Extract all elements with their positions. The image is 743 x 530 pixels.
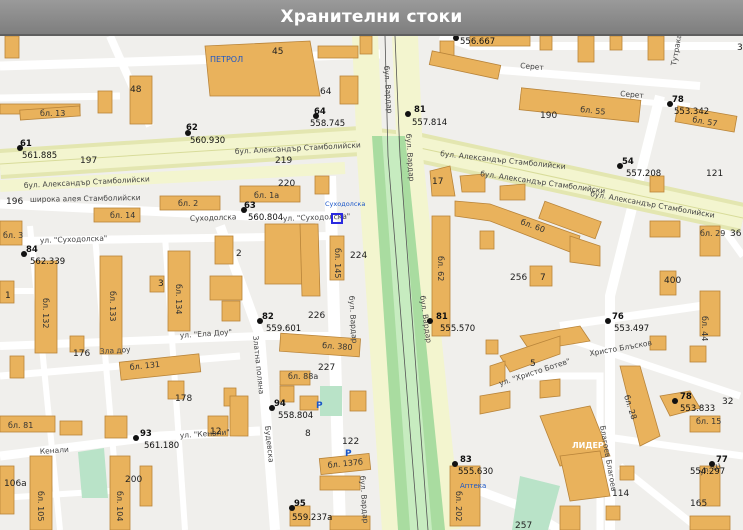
poi-label: Аптека	[460, 482, 486, 490]
svg-text:558.745: 558.745	[310, 119, 345, 129]
building-label: бл. 1а	[254, 191, 279, 200]
block-number: 319	[737, 43, 743, 53]
building-label: бл. 134	[174, 284, 183, 314]
block-number: 2	[236, 249, 242, 259]
svg-text:555.630: 555.630	[458, 467, 493, 477]
svg-text:557.208: 557.208	[626, 169, 661, 179]
building-label: бл. 104	[115, 491, 124, 521]
block-number: 36	[730, 229, 742, 239]
block-number: 190	[540, 111, 557, 121]
block-number: 45	[272, 47, 283, 57]
block-number: 400	[664, 276, 681, 286]
svg-text:559.601: 559.601	[266, 324, 301, 334]
building-label: бл. 15	[696, 417, 721, 426]
building-label: бл. 202	[454, 491, 463, 521]
survey-point: 556.667	[453, 36, 495, 47]
block-number: 220	[278, 179, 295, 189]
building-label: бл. 133	[108, 291, 117, 321]
svg-text:554.297: 554.297	[690, 467, 725, 477]
svg-text:556.667: 556.667	[460, 37, 495, 47]
block-number: 48	[130, 85, 142, 95]
block-number: 64	[320, 87, 332, 97]
parking-icon: P	[316, 401, 323, 411]
svg-text:559.237a: 559.237a	[292, 513, 332, 523]
svg-text:78: 78	[672, 95, 684, 105]
block-number: 197	[80, 156, 97, 166]
map-canvas[interactable]: бул. Александър Стамболийски бул. Алекса…	[0, 36, 743, 530]
block-number: 224	[350, 251, 367, 261]
svg-text:78: 78	[680, 392, 692, 402]
svg-text:64: 64	[314, 107, 326, 117]
window-title: Хранителни стоки	[280, 7, 463, 27]
street-label: Суходолска	[190, 212, 237, 223]
block-number: 257	[515, 521, 532, 530]
svg-text:561.885: 561.885	[22, 151, 57, 161]
block-number: 219	[275, 156, 292, 166]
svg-text:553.497: 553.497	[614, 324, 649, 334]
window-title-bar: Хранителни стоки	[0, 0, 743, 36]
svg-text:61: 61	[20, 139, 32, 149]
svg-text:562.339: 562.339	[30, 257, 65, 267]
block-number: 12	[210, 427, 221, 437]
svg-text:553.342: 553.342	[674, 107, 709, 117]
svg-text:555.570: 555.570	[440, 324, 475, 334]
svg-text:84: 84	[26, 245, 38, 255]
block-number: 196	[6, 197, 23, 207]
svg-text:82: 82	[262, 312, 274, 322]
block-number: 3	[158, 279, 164, 289]
map-viewport[interactable]: бул. Александър Стамболийски бул. Алекса…	[0, 36, 743, 530]
svg-text:93: 93	[140, 429, 152, 439]
block-number: 121	[706, 169, 723, 179]
building-label: бл. 105	[36, 491, 45, 521]
building-label: бл. 14	[110, 211, 135, 220]
block-number: 32	[722, 397, 733, 407]
svg-text:94: 94	[274, 399, 286, 409]
block-number: 256	[510, 273, 527, 283]
svg-text:81: 81	[414, 105, 426, 115]
svg-text:560.930: 560.930	[190, 136, 225, 146]
block-number: 165	[690, 499, 707, 509]
building-label: бл. 13	[40, 109, 65, 118]
block-number: 226	[308, 311, 325, 321]
block-number: 17	[432, 177, 443, 187]
building-label: бл. 2	[178, 199, 198, 208]
svg-text:54: 54	[622, 157, 634, 167]
poi-label: ЛИДЕР	[572, 441, 604, 450]
building-label: бл. 62	[436, 256, 445, 281]
building-label: бл. 3	[3, 231, 23, 240]
block-number: 8	[305, 429, 311, 439]
block-number: 1	[5, 291, 11, 301]
svg-text:63: 63	[244, 201, 256, 211]
svg-text:62: 62	[186, 123, 198, 133]
block-number: 7	[540, 273, 546, 283]
svg-text:557.814: 557.814	[412, 118, 447, 128]
block-number: 122	[342, 437, 359, 447]
poi-label: ПЕТРОЛ	[210, 55, 243, 64]
block-number: 178	[175, 394, 192, 404]
block-number: 227	[318, 363, 335, 373]
block-number: 106а	[4, 479, 27, 489]
building-label: бл. 145	[333, 248, 342, 278]
svg-text:95: 95	[294, 499, 306, 509]
building-label: бл. 29	[700, 229, 725, 238]
block-number: 176	[73, 349, 90, 359]
building-label: бл. 81	[8, 421, 33, 430]
svg-text:83: 83	[460, 455, 472, 465]
building-label: бл. 44	[700, 316, 709, 341]
poi-label: Суходолска	[325, 200, 365, 208]
block-number: 5	[530, 359, 536, 369]
block-number: 200	[125, 475, 142, 485]
building-label: бл. 132	[41, 298, 50, 328]
svg-text:76: 76	[612, 312, 624, 322]
svg-text:558.804: 558.804	[278, 411, 313, 421]
svg-text:561.180: 561.180	[144, 441, 179, 451]
svg-text:81: 81	[436, 312, 448, 322]
block-number: 114	[612, 489, 629, 499]
svg-text:560.804: 560.804	[248, 213, 283, 223]
svg-text:77: 77	[716, 455, 728, 465]
svg-text:553.833: 553.833	[680, 404, 715, 414]
building-label: бл. 88а	[288, 372, 318, 381]
parking-icon: P	[345, 449, 352, 459]
